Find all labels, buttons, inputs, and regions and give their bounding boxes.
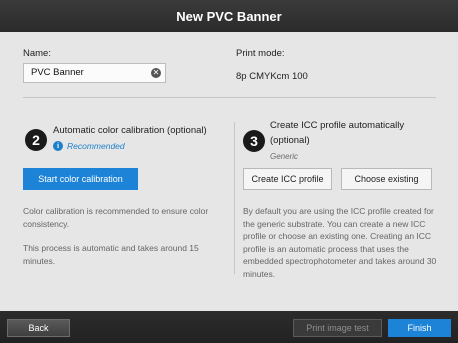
column-divider bbox=[234, 122, 235, 274]
info-icon: i bbox=[53, 141, 63, 151]
section-divider bbox=[23, 97, 436, 98]
icc-description: By default you are using the ICC profile… bbox=[243, 206, 437, 279]
name-label: Name: bbox=[23, 48, 51, 59]
calibration-description-1: Color calibration is recommended to ensu… bbox=[23, 206, 209, 229]
clear-icon[interactable]: ✕ bbox=[151, 68, 161, 78]
create-icc-profile-button[interactable]: Create ICC profile bbox=[243, 168, 332, 190]
step-2-badge: 2 bbox=[25, 129, 47, 151]
recommended-note: i Recommended bbox=[53, 141, 125, 151]
print-mode-label: Print mode: bbox=[236, 48, 285, 59]
back-button[interactable]: Back bbox=[7, 319, 70, 337]
icc-subtitle: Generic bbox=[270, 152, 299, 161]
print-mode-value: 8p CMYKcm 100 bbox=[236, 71, 308, 82]
window-title: New PVC Banner bbox=[176, 8, 282, 24]
recommended-label: Recommended bbox=[67, 141, 125, 151]
calibration-title: Automatic color calibration (optional) bbox=[53, 125, 207, 136]
main-panel: Name: PVC Banner ✕ Print mode: 8p CMYKcm… bbox=[0, 32, 458, 311]
window-title-bar: New PVC Banner bbox=[0, 0, 458, 32]
icc-title-line2: (optional) bbox=[270, 135, 310, 146]
calibration-description-2: This process is automatic and takes arou… bbox=[23, 243, 199, 266]
step-3-badge: 3 bbox=[243, 130, 265, 152]
choose-existing-button[interactable]: Choose existing bbox=[341, 168, 432, 190]
icc-title-line1: Create ICC profile automatically bbox=[270, 120, 405, 131]
name-input-value: PVC Banner bbox=[31, 67, 84, 78]
start-color-calibration-button[interactable]: Start color calibration bbox=[23, 168, 138, 190]
name-input[interactable]: PVC Banner ✕ bbox=[23, 63, 166, 83]
footer-bar: Back Print image test Finish bbox=[0, 311, 458, 343]
print-image-test-button[interactable]: Print image test bbox=[293, 319, 382, 337]
finish-button[interactable]: Finish bbox=[388, 319, 451, 337]
